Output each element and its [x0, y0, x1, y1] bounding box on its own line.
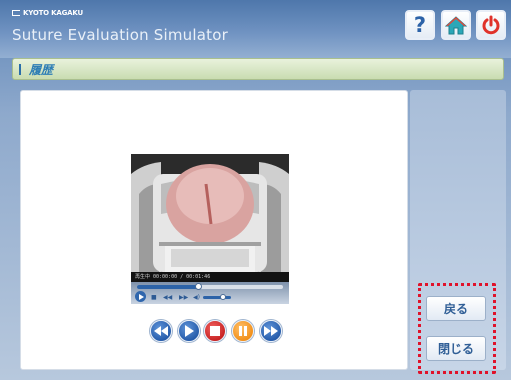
prev-small-icon[interactable]: ◀◀ [163, 294, 172, 301]
home-button[interactable] [441, 10, 471, 40]
stop-icon [210, 326, 220, 336]
mini-play-icon [138, 293, 144, 300]
video-frame[interactable] [131, 154, 289, 272]
help-icon: ? [413, 12, 427, 37]
pause-button[interactable] [232, 320, 254, 342]
player-controls: ■ ◀◀ ▶▶ ◀) [131, 282, 289, 304]
video-player: 再生中 00:00:00 / 00:01:46 ■ ◀◀ ▶▶ ◀) [131, 154, 289, 304]
close-button[interactable]: 閉じる [426, 336, 486, 361]
play-button[interactable] [178, 320, 200, 342]
next-small-icon[interactable]: ▶▶ [179, 294, 188, 301]
app-title: Suture Evaluation Simulator [12, 26, 228, 44]
play-icon [185, 325, 194, 337]
brand-name: KYOTO KAGAKU [23, 9, 83, 17]
help-button[interactable]: ? [405, 10, 435, 40]
brand-logo: KYOTO KAGAKU [12, 9, 83, 17]
section-title: 履歴 [29, 63, 54, 77]
speaker-icon[interactable]: ◀) [193, 294, 200, 301]
volume-slider[interactable] [203, 294, 231, 300]
seek-handle[interactable] [195, 283, 203, 290]
section-accent [19, 64, 21, 75]
fast-forward-button[interactable] [260, 320, 282, 342]
pause-icon [239, 326, 247, 336]
video-status-text: 再生中 00:00:00 / 00:01:46 [135, 274, 211, 280]
brand-mark-icon [12, 10, 20, 16]
section-header: 履歴 [12, 58, 504, 80]
app-window: KYOTO KAGAKU Suture Evaluation Simulator… [0, 0, 511, 380]
stop-small-icon[interactable]: ■ [151, 294, 157, 301]
seek-bar[interactable] [137, 283, 283, 290]
volume-handle[interactable] [219, 294, 226, 300]
rewind-icon [154, 326, 168, 336]
rewind-button[interactable] [150, 320, 172, 342]
power-button[interactable] [476, 10, 506, 40]
mini-play-button[interactable] [135, 291, 146, 302]
video-status-strip: 再生中 00:00:00 / 00:01:46 [131, 272, 289, 282]
header-bar: KYOTO KAGAKU Suture Evaluation Simulator… [0, 0, 511, 58]
video-image [131, 154, 289, 272]
stop-button[interactable] [204, 320, 226, 342]
back-button[interactable]: 戻る [426, 296, 486, 321]
seek-progress [137, 285, 199, 289]
home-icon [445, 16, 467, 35]
power-icon [482, 15, 500, 35]
fast-forward-icon [264, 326, 278, 336]
